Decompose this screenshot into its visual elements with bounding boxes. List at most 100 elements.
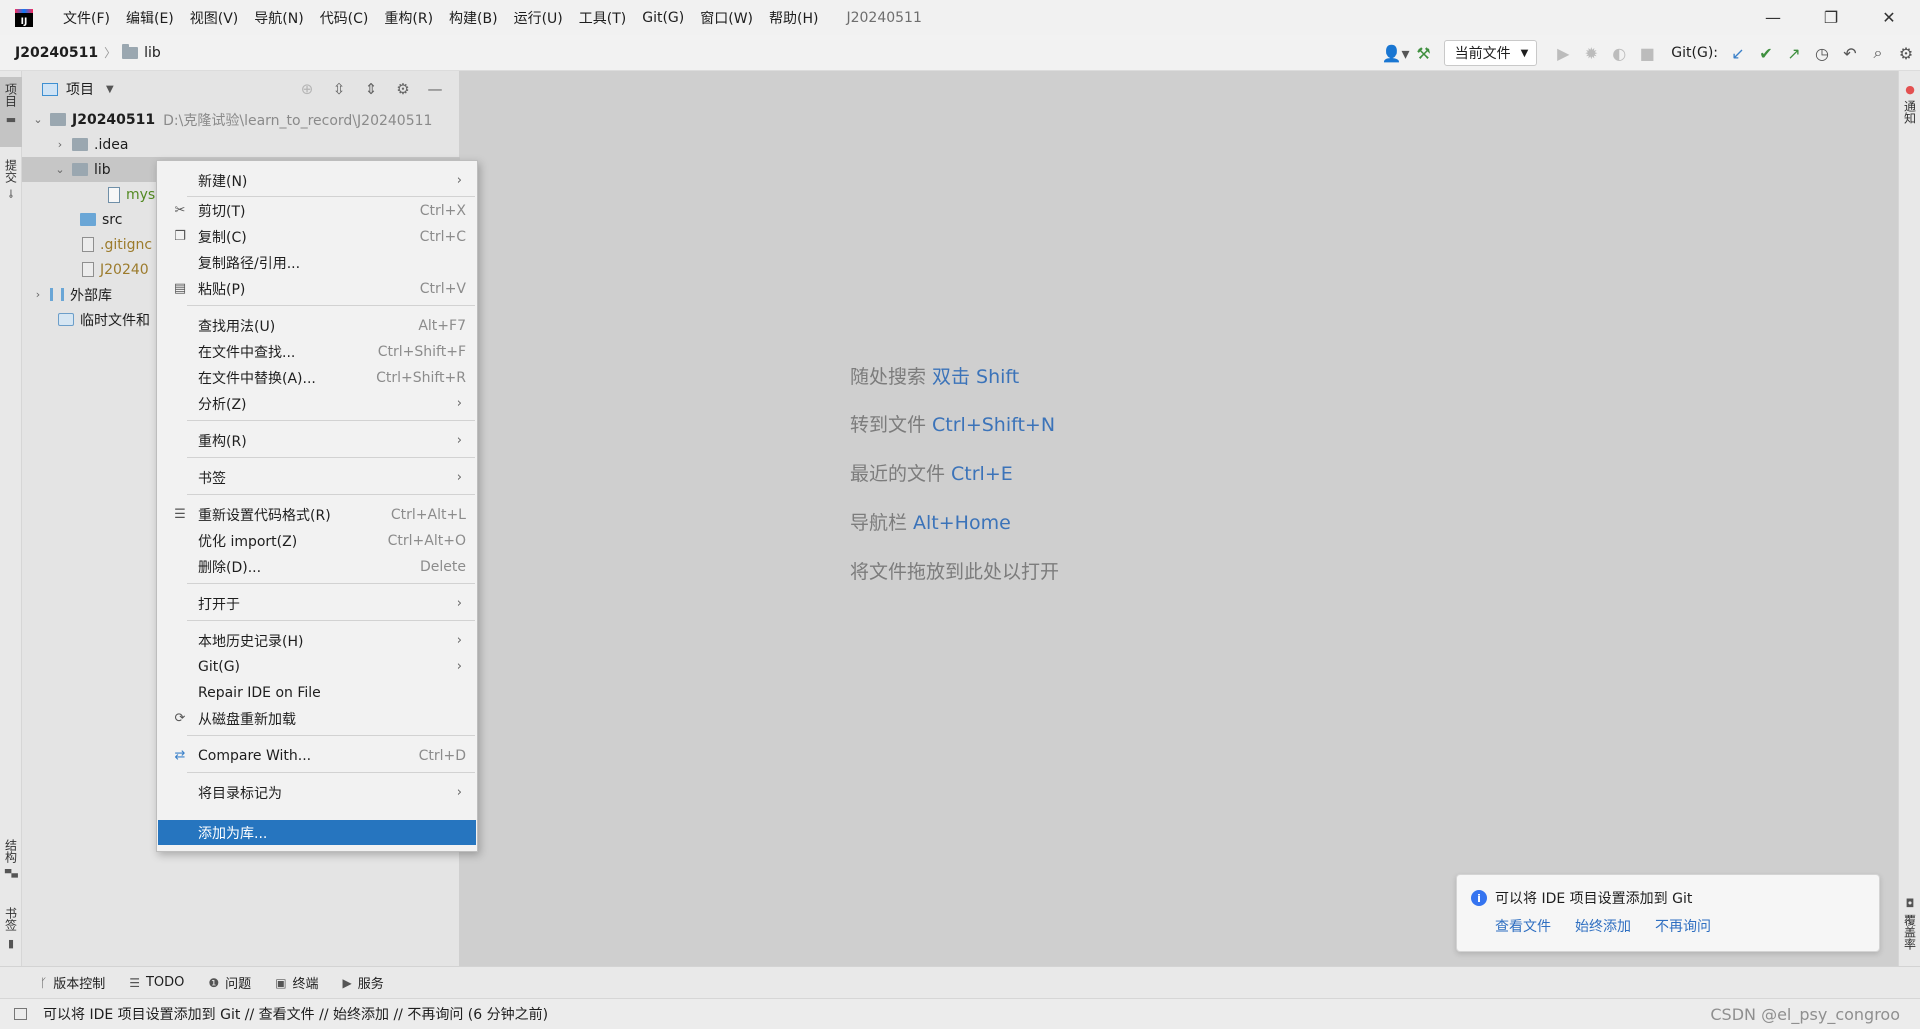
hide-panel-icon[interactable]: —	[419, 75, 451, 103]
git-commit-icon[interactable]: ✔	[1752, 39, 1780, 67]
menu-refactor[interactable]: 重构(R)	[376, 8, 441, 28]
tree-row-idea[interactable]: › .idea	[22, 132, 460, 157]
bell-icon: ●	[1903, 83, 1917, 96]
cm-bookmarks[interactable]: 书签 ›	[158, 466, 476, 489]
chevron-right-icon[interactable]: ›	[52, 138, 68, 151]
cm-find-usages[interactable]: 查找用法(U) Alt+F7	[158, 314, 476, 337]
menu-navigate[interactable]: 导航(N)	[246, 8, 311, 28]
menu-window[interactable]: 窗口(W)	[692, 8, 761, 28]
cm-cut[interactable]: ✂ 剪切(T) Ctrl+X	[158, 199, 476, 222]
menu-file[interactable]: 文件(F)	[55, 8, 118, 28]
hint-shortcut: Ctrl+E	[951, 463, 1013, 485]
build-hammer-icon[interactable]: ⚒	[1410, 39, 1438, 67]
locate-file-icon[interactable]: ⊕	[291, 75, 323, 103]
status-message[interactable]: 可以将 IDE 项目设置添加到 Git // 查看文件 // 始终添加 // 不…	[43, 1004, 548, 1024]
user-profile-icon[interactable]: 👤▾	[1382, 39, 1410, 67]
minimize-button[interactable]: —	[1744, 0, 1802, 35]
cm-local-history[interactable]: 本地历史记录(H) ›	[158, 629, 476, 652]
close-button[interactable]: ✕	[1860, 0, 1918, 35]
menu-help[interactable]: 帮助(H)	[761, 8, 826, 28]
cm-reload-from-disk[interactable]: ⟳ 从磁盘重新加载	[158, 707, 476, 730]
cm-open-in[interactable]: 打开于 ›	[158, 592, 476, 615]
cm-compare-with[interactable]: ⇄ Compare With... Ctrl+D	[158, 744, 476, 767]
settings-gear-icon[interactable]: ⚙	[1892, 39, 1920, 67]
intellij-logo-icon[interactable]: IJ	[15, 8, 33, 27]
menu-view[interactable]: 视图(V)	[182, 8, 247, 28]
rollback-icon[interactable]: ↶	[1836, 39, 1864, 67]
cm-optimize-imports[interactable]: 优化 import(Z) Ctrl+Alt+O	[158, 529, 476, 552]
services-tab[interactable]: ▶ 服务	[343, 973, 384, 993]
cm-find-in-files[interactable]: 在文件中查找... Ctrl+Shift+F	[158, 340, 476, 363]
terminal-tab[interactable]: ▣ 终端	[275, 973, 318, 993]
always-add-link[interactable]: 始终添加	[1575, 916, 1631, 936]
stop-icon[interactable]: ■	[1633, 39, 1661, 67]
cm-mark-directory-as[interactable]: 将目录标记为 ›	[158, 781, 476, 804]
menu-run[interactable]: 运行(U)	[506, 8, 571, 28]
stripe-commit[interactable]: 提交 ⊸	[0, 153, 22, 215]
cm-add-as-library[interactable]: 添加为库...	[158, 820, 476, 845]
expand-all-icon[interactable]: ⇳	[323, 75, 355, 103]
view-files-link[interactable]: 查看文件	[1495, 916, 1551, 936]
cm-label: 在文件中替换(A)...	[198, 370, 316, 387]
restore-button[interactable]: ❐	[1802, 0, 1860, 35]
git-update-icon[interactable]: ↙	[1724, 39, 1752, 67]
dont-ask-again-link[interactable]: 不再询问	[1655, 916, 1711, 936]
cm-repair-ide[interactable]: Repair IDE on File	[158, 681, 476, 704]
breadcrumb-project[interactable]: J20240511	[15, 45, 98, 61]
stripe-project[interactable]: 项目 ▬	[0, 77, 22, 147]
hint-text: 随处搜索	[850, 366, 927, 388]
divider	[187, 196, 475, 197]
library-icon	[50, 288, 64, 301]
chevron-down-icon[interactable]: ▼	[106, 84, 114, 95]
panel-options-gear-icon[interactable]: ⚙	[387, 75, 419, 103]
cm-new[interactable]: 新建(N) ›	[158, 169, 476, 192]
cm-label: 新建(N)	[198, 173, 248, 190]
stripe-notifications[interactable]: ● 通知	[1899, 77, 1920, 141]
problems-tab[interactable]: ❶ 问题	[208, 973, 251, 993]
editor-empty-area[interactable]: 随处搜索 双击 Shift 转到文件 Ctrl+Shift+N 最近的文件 Ctrl+…	[460, 71, 1898, 966]
chevron-down-icon[interactable]: ⌄	[30, 113, 46, 126]
todo-tab[interactable]: ☰ TODO	[129, 975, 184, 990]
run-icon[interactable]: ▶	[1549, 39, 1577, 67]
hint-shortcut: Ctrl+Shift+N	[932, 414, 1056, 436]
chevron-down-icon[interactable]: ⌄	[52, 163, 68, 176]
menu-edit[interactable]: 编辑(E)	[118, 8, 182, 28]
cm-git[interactable]: Git(G) ›	[158, 655, 476, 678]
cm-paste[interactable]: ▤ 粘贴(P) Ctrl+V	[158, 277, 476, 300]
cm-analyze[interactable]: 分析(Z) ›	[158, 392, 476, 415]
cm-delete[interactable]: 删除(D)... Delete	[158, 555, 476, 578]
cm-copy-path[interactable]: 复制路径/引用...	[158, 251, 476, 274]
collapse-all-icon[interactable]: ⇕	[355, 75, 387, 103]
history-icon[interactable]: ◷	[1808, 39, 1836, 67]
tree-label: src	[102, 211, 123, 228]
cm-refactor[interactable]: 重构(R) ›	[158, 429, 476, 452]
git-push-icon[interactable]: ↗	[1780, 39, 1808, 67]
folder-icon: ▬	[4, 113, 18, 126]
debug-icon[interactable]: ✹	[1577, 39, 1605, 67]
stripe-bookmarks[interactable]: 书签 ▮	[0, 901, 22, 957]
stripe-coverage[interactable]: ◘ 覆盖率	[1899, 891, 1920, 957]
ignore-file-icon	[82, 237, 94, 252]
project-panel-title[interactable]: 项目	[66, 79, 94, 99]
tree-row-project-root[interactable]: ⌄ J20240511 D:\克隆试验\learn_to_record\J202…	[22, 107, 460, 132]
chevron-right-icon[interactable]: ›	[30, 288, 46, 301]
menu-code[interactable]: 代码(C)	[312, 8, 377, 28]
version-control-tab[interactable]: ᚴ 版本控制	[40, 973, 105, 993]
tree-label: .idea	[94, 136, 129, 153]
coverage-icon[interactable]: ◐	[1605, 39, 1633, 67]
breadcrumb-folder[interactable]: lib	[144, 45, 161, 61]
cm-copy[interactable]: ❐ 复制(C) Ctrl+C	[158, 225, 476, 248]
menu-build[interactable]: 构建(B)	[441, 8, 506, 28]
search-icon[interactable]: ⌕	[1864, 39, 1892, 67]
module-folder-icon	[50, 113, 66, 126]
reformat-icon: ☰	[174, 507, 186, 522]
tree-label: 外部库	[70, 287, 112, 304]
cm-reformat-code[interactable]: ☰ 重新设置代码格式(R) Ctrl+Alt+L	[158, 503, 476, 526]
menu-git[interactable]: Git(G)	[634, 10, 692, 26]
run-configuration-select[interactable]: 当前文件 ▼	[1443, 40, 1538, 66]
cm-replace-in-files[interactable]: 在文件中替换(A)... Ctrl+Shift+R	[158, 366, 476, 389]
toggle-tool-windows-icon[interactable]	[14, 1008, 27, 1020]
hint-shortcut: 双击 Shift	[932, 366, 1020, 388]
menu-tools[interactable]: 工具(T)	[571, 8, 634, 28]
stripe-structure[interactable]: 结构 ▞	[0, 833, 22, 891]
